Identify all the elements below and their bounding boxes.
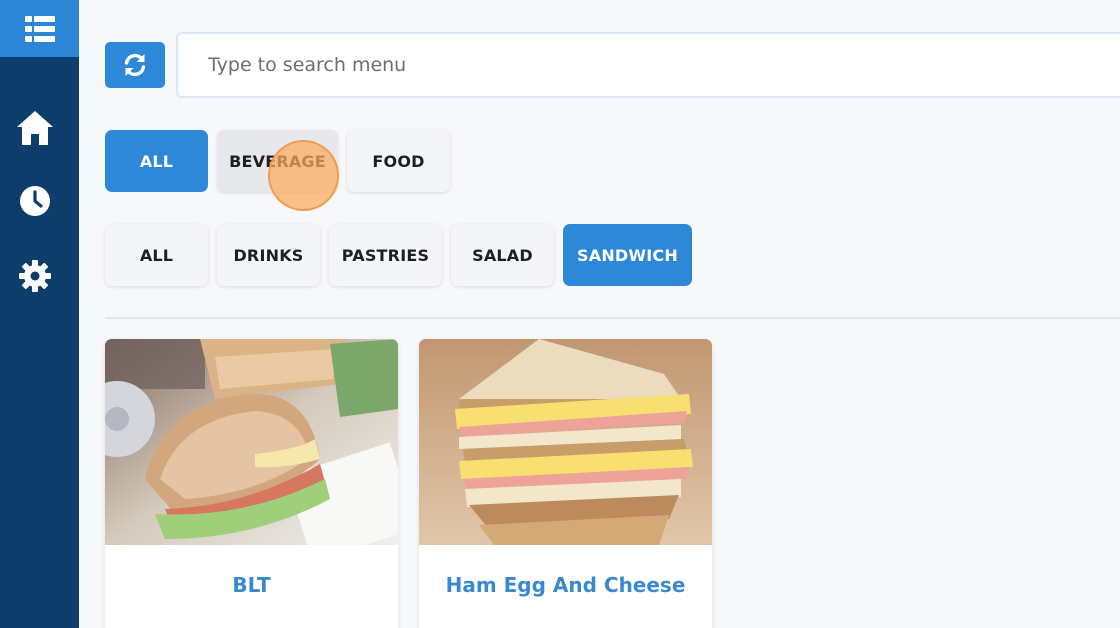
category-chip-food[interactable]: FOOD [347, 130, 450, 192]
subcategory-chip-label: DRINKS [233, 245, 304, 265]
home-icon [16, 111, 53, 145]
category-chip-label: FOOD [372, 151, 425, 171]
section-divider [105, 317, 1120, 319]
product-image-blt [105, 339, 398, 545]
subcategory-chip-label: ALL [139, 245, 174, 265]
subcategory-chip-label: SALAD [472, 245, 533, 265]
category-chip-beverage[interactable]: BEVERAGE [217, 130, 338, 192]
subcategory-chip-salad[interactable]: SALAD [451, 224, 554, 286]
refresh-icon [124, 53, 146, 77]
product-image-ham-egg-and-cheese [419, 339, 712, 545]
category-chip-label: BEVERAGE [229, 151, 326, 171]
sidebar-item-settings[interactable] [0, 254, 74, 298]
refresh-button[interactable] [105, 42, 165, 88]
product-card-ham-egg-and-cheese[interactable]: Ham Egg And Cheese [419, 339, 712, 628]
product-card-blt[interactable]: BLT [105, 339, 398, 628]
sidebar-item-history[interactable] [0, 179, 74, 223]
gear-icon [18, 260, 51, 292]
product-name: Ham Egg And Cheese [445, 573, 686, 597]
product-name: BLT [232, 573, 271, 597]
category-chip-label: ALL [139, 151, 174, 171]
clock-icon [19, 186, 50, 216]
subcategory-chip-all[interactable]: ALL [105, 224, 208, 286]
search-input[interactable] [178, 34, 1120, 96]
list-icon [24, 15, 55, 42]
subcategory-chip-label: SANDWICH [577, 245, 678, 265]
subcategory-chip-drinks[interactable]: DRINKS [217, 224, 320, 286]
sidebar [0, 0, 79, 628]
subcategory-chip-label: PASTRIES [341, 245, 430, 265]
subcategory-chip-pastries[interactable]: PASTRIES [329, 224, 442, 286]
main-content: ALL BEVERAGE FOOD ALL DRINKS PASTRIES SA… [79, 0, 1120, 628]
menu-toggle-button[interactable] [0, 0, 79, 57]
sidebar-item-home[interactable] [0, 106, 74, 150]
category-chip-all[interactable]: ALL [105, 130, 208, 192]
search-field[interactable] [176, 32, 1120, 98]
subcategory-chip-sandwich[interactable]: SANDWICH [563, 224, 692, 286]
